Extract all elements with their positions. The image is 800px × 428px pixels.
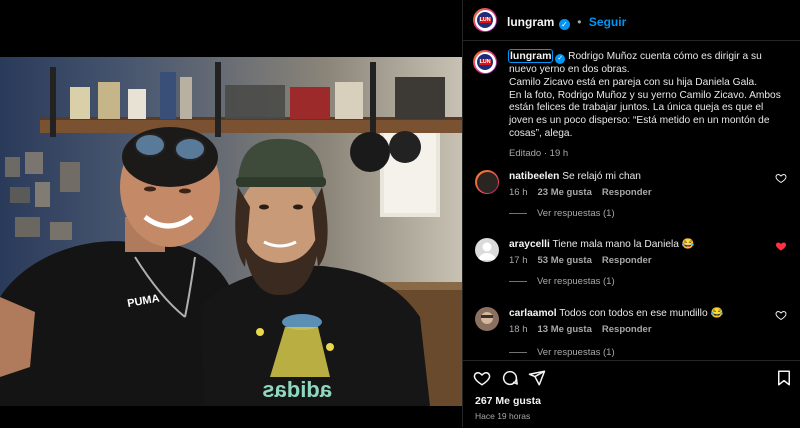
comment-likes[interactable]: 13 Me gusta [538, 324, 592, 335]
comment-reply-button[interactable]: Responder [602, 324, 652, 335]
avatar-image [476, 171, 498, 193]
lun-logo-icon: LUN [477, 54, 493, 70]
comment-time: 16 h [509, 187, 528, 198]
comment-time: 17 h [509, 255, 528, 266]
commenter-avatar[interactable] [475, 170, 499, 194]
view-replies-label: Ver respuestas (1) [537, 276, 615, 287]
lun-logo-text-2: LUN [478, 59, 492, 65]
caption-username[interactable]: lungram [507, 49, 554, 63]
comment-likes[interactable]: 53 Me gusta [538, 255, 592, 266]
view-replies-button[interactable]: Ver respuestas (1) [509, 208, 615, 219]
caption-text-3: En la foto, Rodrigo Muñoz y su yerno Cam… [509, 89, 781, 139]
comment-text: Tiene mala mano la Daniela 😂 [552, 239, 695, 250]
lun-logo-text: LUN [478, 17, 492, 23]
caption-avatar-inner: LUN [474, 51, 496, 73]
verified-badge-icon: ✓ [558, 19, 570, 30]
caption-line-1: lungram ✓ Rodrigo Muñoz cuenta cómo es d… [507, 49, 789, 77]
comment-icon[interactable] [501, 369, 519, 387]
like-comment-icon[interactable] [775, 309, 787, 321]
view-replies-label: Ver respuestas (1) [537, 208, 615, 219]
caption-avatar[interactable]: LUN [473, 50, 497, 74]
avatar-photo [481, 312, 493, 324]
header-user-row: lungram ✓ • Seguir [507, 13, 626, 31]
caption-text-2: Camilo Zicavo está en pareja con su hija… [509, 76, 758, 88]
comment-reply-button[interactable]: Responder [602, 187, 652, 198]
comment-time: 18 h [509, 324, 528, 335]
comment-body: natibeelen Se relajó mi chan [509, 170, 769, 183]
post-sidebar: LUN lungram ✓ • Seguir LUN lungram ✓ Rod… [462, 0, 800, 427]
comment-reply-button[interactable]: Responder [602, 255, 652, 266]
view-replies-button[interactable]: Ver respuestas (1) [509, 347, 615, 358]
view-replies-label: Ver respuestas (1) [537, 347, 615, 358]
share-icon[interactable] [528, 369, 546, 387]
lun-logo-icon: LUN [477, 12, 493, 28]
comment-meta: 16 h 23 Me gusta Responder [509, 187, 652, 198]
post-timestamp: Hace 19 horas [475, 411, 531, 421]
comment-text: Se relajó mi chan [562, 171, 641, 182]
comment-username[interactable]: carlaamol [509, 308, 557, 319]
comment-likes[interactable]: 23 Me gusta [538, 187, 592, 198]
comment-username[interactable]: araycelli [509, 239, 550, 250]
comment-body: araycelli Tiene mala mano la Daniela 😂 [509, 238, 769, 251]
comment-text: Todos con todos en ese mundillo 😂 [559, 308, 724, 319]
post-photo[interactable]: PUMA adidas [0, 57, 462, 406]
post-media-area: PUMA adidas [0, 0, 462, 427]
comment-meta: 17 h 53 Me gusta Responder [509, 255, 652, 266]
photo-illustration: PUMA adidas [0, 57, 462, 406]
author-username[interactable]: lungram [507, 15, 554, 29]
replies-line [509, 351, 527, 353]
comment-body: carlaamol Todos con todos en ese mundill… [509, 307, 769, 320]
post-header: LUN lungram ✓ • Seguir [463, 0, 800, 41]
shirt-logo-text: adidas [262, 377, 332, 402]
view-replies-button[interactable]: Ver respuestas (1) [509, 276, 615, 287]
avatar-inner: LUN [474, 9, 496, 31]
verified-badge-icon: ✓ [555, 54, 566, 64]
commenter-avatar[interactable] [475, 307, 499, 331]
author-avatar[interactable]: LUN [473, 8, 497, 32]
save-bookmark-icon[interactable] [775, 369, 793, 387]
post-actions-bar: 267 Me gusta Hace 19 horas [463, 360, 800, 428]
default-avatar-icon [478, 242, 496, 260]
comment-meta: 18 h 13 Me gusta Responder [509, 324, 652, 335]
commenter-avatar[interactable] [475, 238, 499, 262]
separator-dot: • [577, 15, 582, 29]
like-comment-icon[interactable] [775, 172, 787, 184]
follow-button[interactable]: Seguir [589, 15, 626, 29]
liked-heart-icon[interactable] [775, 240, 787, 252]
likes-count[interactable]: 267 Me gusta [475, 395, 541, 407]
replies-line [509, 212, 527, 214]
like-icon[interactable] [473, 369, 491, 387]
comment-username[interactable]: natibeelen [509, 171, 559, 182]
post-caption: lungram ✓ Rodrigo Muñoz cuenta cómo es d… [507, 49, 789, 161]
caption-meta: Editado · 19 h [509, 147, 569, 159]
replies-line [509, 280, 527, 282]
